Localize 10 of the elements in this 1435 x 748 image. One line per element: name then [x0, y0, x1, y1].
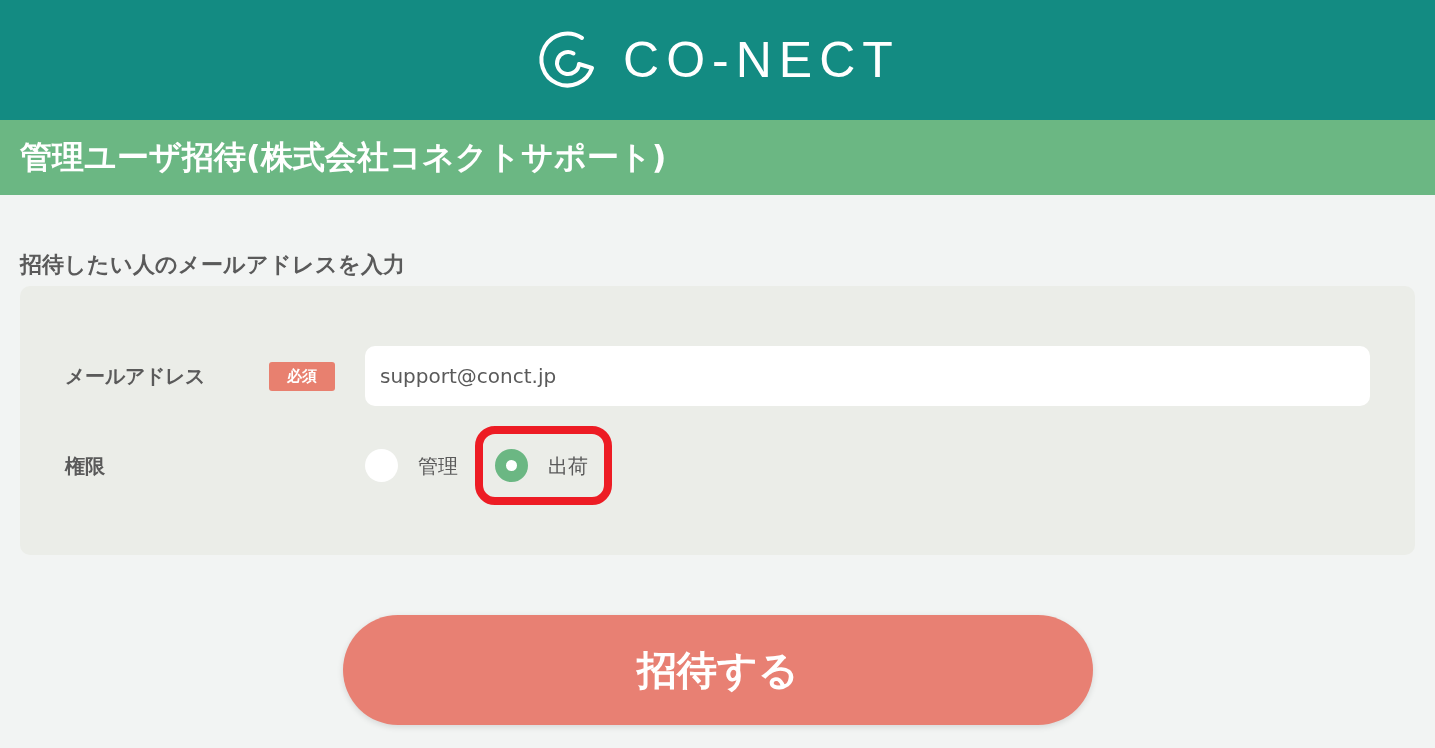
- radio-label[interactable]: 出荷: [548, 453, 588, 478]
- section-heading: 招待したい人のメールアドレスを入力: [20, 252, 405, 277]
- required-badge: 必須: [269, 361, 335, 391]
- page-title: 管理ユーザ招待(株式会社コネクトサポート): [20, 138, 667, 177]
- logo-text: CO-NECT: [623, 35, 900, 85]
- radio-button[interactable]: [495, 449, 528, 483]
- field-label: メールアドレス: [65, 363, 205, 391]
- email-field[interactable]: support@conct.jp: [365, 346, 1370, 407]
- field-label: 権限: [65, 452, 105, 480]
- radio-label[interactable]: 管理: [418, 453, 458, 478]
